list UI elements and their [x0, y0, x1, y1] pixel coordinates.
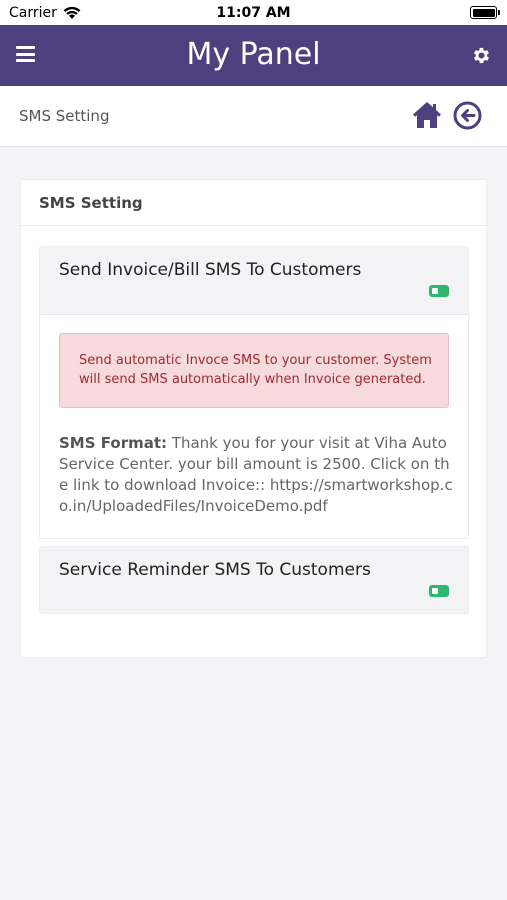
- app-title: My Panel: [186, 37, 321, 72]
- battery-icon: [470, 6, 500, 19]
- status-bar: Carrier 11:07 AM: [0, 0, 507, 25]
- invoice-sms-alert: Send automatic Invoce SMS to your custom…: [59, 333, 449, 408]
- reminder-sms-panel: Service Reminder SMS To Customers: [39, 546, 469, 614]
- reminder-sms-title: Service Reminder SMS To Customers: [59, 560, 371, 580]
- clock: 11:07 AM: [216, 5, 291, 21]
- sms-format-label: SMS Format:: [59, 434, 168, 452]
- invoice-sms-toggle[interactable]: [429, 285, 449, 297]
- sms-setting-card: SMS Setting Send Invoice/Bill SMS To Cus…: [20, 179, 487, 658]
- reminder-sms-toggle[interactable]: [429, 585, 449, 597]
- invoice-sms-panel: Send Invoice/Bill SMS To Customers Send …: [39, 246, 469, 539]
- page-title: SMS Setting: [19, 107, 110, 125]
- page-header: SMS Setting: [0, 86, 507, 147]
- card-header: SMS Setting: [21, 180, 486, 226]
- back-arrow-icon[interactable]: [453, 101, 482, 130]
- app-bar: My Panel: [0, 25, 507, 86]
- home-icon[interactable]: [412, 101, 442, 129]
- invoice-sms-panel-header: Send Invoice/Bill SMS To Customers: [40, 247, 468, 315]
- sms-format-text: SMS Format: Thank you for your visit at …: [59, 433, 454, 517]
- invoice-sms-alert-text: Send automatic Invoce SMS to your custom…: [79, 353, 432, 387]
- gear-icon[interactable]: [471, 45, 492, 66]
- card-title: SMS Setting: [39, 194, 143, 212]
- invoice-sms-title: Send Invoice/Bill SMS To Customers: [59, 260, 362, 280]
